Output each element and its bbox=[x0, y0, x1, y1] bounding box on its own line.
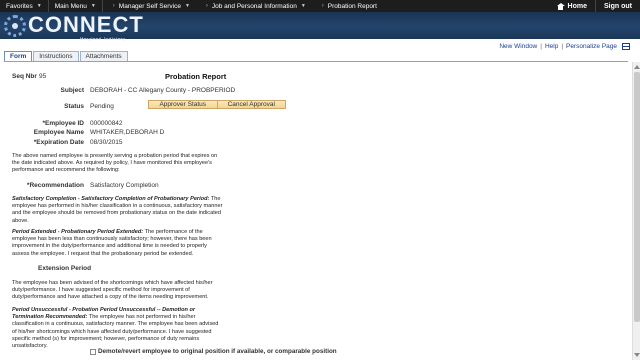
satisfactory-heading: Satisfactory Completion - Satisfactory C… bbox=[12, 196, 210, 202]
breadcrumb-label: Manager Self Service bbox=[118, 2, 181, 10]
chevron-down-icon: ▼ bbox=[300, 3, 306, 9]
logo-subtitle: Maryland Judiciary bbox=[80, 36, 126, 41]
tab-form[interactable]: Form bbox=[4, 51, 33, 61]
connect-logo-icon bbox=[4, 15, 26, 37]
personalize-page-link[interactable]: Personalize Page bbox=[566, 43, 617, 50]
chevron-down-icon: ▼ bbox=[184, 3, 190, 9]
home-link[interactable]: Home bbox=[549, 2, 595, 10]
breadcrumb-separator-icon: › bbox=[112, 3, 115, 9]
cancel-approval-button[interactable]: Cancel Approval bbox=[216, 101, 286, 108]
breadcrumb-manager-self-service[interactable]: › Manager Self Service ▼ bbox=[103, 0, 196, 12]
recommendation-label: *Recommendation bbox=[26, 182, 84, 189]
link-separator: | bbox=[561, 43, 564, 50]
employee-name-value: WHITAKER,DEBORAH D bbox=[90, 129, 165, 136]
extension-period-label: Extension Period bbox=[38, 265, 92, 272]
scroll-thumb[interactable] bbox=[634, 72, 640, 322]
extension-text: The employee has been advised of the sho… bbox=[12, 280, 213, 301]
tab-attachments[interactable]: Attachments bbox=[79, 51, 128, 61]
demote-label: Demote/revert employee to original posit… bbox=[98, 348, 337, 355]
breadcrumb-probation-report[interactable]: › Probation Report bbox=[312, 0, 383, 12]
link-separator: | bbox=[540, 43, 542, 50]
approval-button-bar: Approver Status Cancel Approval bbox=[148, 100, 286, 109]
page-links: New Window | Help | Personalize Page bbox=[499, 43, 630, 50]
recommendation-value: Satisfactory Completion bbox=[90, 182, 159, 189]
sign-out-link[interactable]: Sign out bbox=[595, 0, 640, 12]
favorites-menu[interactable]: Favorites ▼ bbox=[0, 0, 49, 12]
page-tabs: Form Instructions Attachments bbox=[4, 51, 129, 61]
scroll-up-icon[interactable] bbox=[634, 65, 640, 69]
satisfactory-section: Satisfactory Completion - Satisfactory C… bbox=[12, 196, 224, 225]
home-label: Home bbox=[567, 2, 587, 10]
scroll-down-icon[interactable] bbox=[634, 353, 640, 357]
subject-value: DEBORAH - CC Allegany County - PROBPERIO… bbox=[90, 87, 236, 94]
status-value: Pending bbox=[90, 103, 114, 110]
sign-out-label: Sign out bbox=[604, 2, 632, 10]
new-window-link[interactable]: New Window bbox=[499, 43, 537, 50]
unsuccessful-section: Period Unsuccessful - Probation Period U… bbox=[12, 307, 224, 350]
expiration-date-label: *Expiration Date bbox=[33, 139, 84, 146]
demote-option: Demote/revert employee to original posit… bbox=[90, 348, 337, 355]
seq-nbr-label: Seq Nbr bbox=[12, 73, 37, 80]
breadcrumb-job-personal-info[interactable]: › Job and Personal Information ▼ bbox=[196, 0, 312, 12]
seq-nbr-value: 95 bbox=[39, 73, 47, 80]
breadcrumb-separator-icon: › bbox=[205, 3, 208, 9]
demote-checkbox[interactable] bbox=[90, 348, 96, 355]
chevron-down-icon: ▼ bbox=[36, 3, 42, 9]
breadcrumb-label: Probation Report bbox=[327, 2, 377, 10]
page-title: Probation Report bbox=[165, 72, 227, 81]
extended-section: Period Extended - Probationary Period Ex… bbox=[12, 229, 224, 258]
home-icon bbox=[556, 2, 565, 10]
main-menu-label: Main Menu bbox=[54, 2, 87, 10]
favorites-label: Favorites bbox=[6, 2, 33, 10]
employee-name-label: Employee Name bbox=[33, 129, 84, 136]
breadcrumb-separator-icon: › bbox=[321, 3, 324, 9]
employee-id-value: 000000842 bbox=[90, 120, 123, 127]
expiration-date-value: 08/30/2015 bbox=[90, 139, 123, 146]
main-menu[interactable]: Main Menu ▼ bbox=[49, 0, 103, 12]
grid-icon[interactable] bbox=[622, 43, 630, 50]
employee-id-label: *Employee ID bbox=[42, 120, 84, 127]
breadcrumb-label: Job and Personal Information bbox=[211, 2, 297, 10]
extended-heading: Period Extended - Probationary Period Ex… bbox=[12, 229, 144, 235]
intro-text: The above named employee is presently se… bbox=[12, 153, 218, 174]
vertical-scrollbar[interactable] bbox=[632, 62, 640, 360]
status-label: Status bbox=[64, 103, 84, 110]
logo-text: CONNECT bbox=[28, 12, 144, 37]
subject-label: Subject bbox=[60, 87, 84, 94]
top-nav-bar: Favorites ▼ Main Menu ▼ › Manager Self S… bbox=[0, 0, 640, 12]
help-link[interactable]: Help bbox=[545, 43, 558, 50]
tab-divider bbox=[4, 61, 628, 62]
tab-instructions[interactable]: Instructions bbox=[33, 51, 79, 61]
chevron-down-icon: ▼ bbox=[90, 3, 96, 9]
header-banner: CONNECT Maryland Judiciary bbox=[0, 12, 640, 41]
approver-status-button[interactable]: Approver Status bbox=[149, 101, 217, 108]
nav-right: Home Sign out bbox=[549, 0, 640, 12]
